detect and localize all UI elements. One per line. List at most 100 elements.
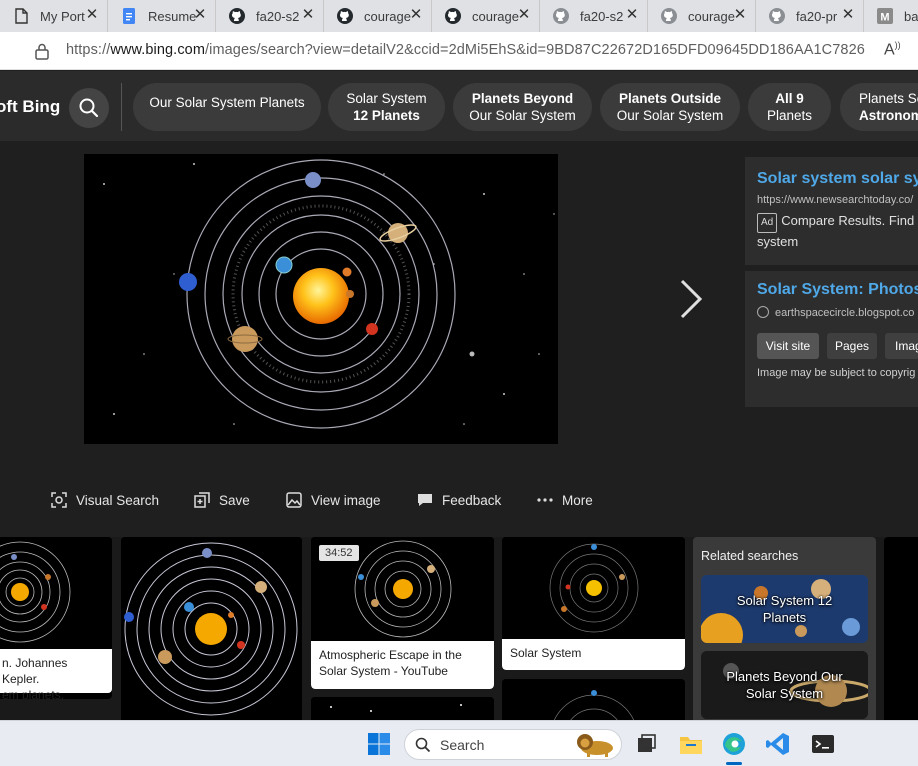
image-icon	[286, 492, 302, 508]
related-chip[interactable]: Planets Outside Our Solar System	[600, 83, 740, 131]
visit-site-button[interactable]: Visit site	[757, 333, 819, 359]
ad-result-card[interactable]: Solar system solar sys https://www.newse…	[745, 157, 918, 265]
chip-line1: Planets Outside	[618, 91, 722, 106]
source-title[interactable]: Solar System: Photos a	[757, 281, 918, 299]
source-result-card: Solar System: Photos a earthspacecircle.…	[745, 271, 918, 407]
taskbar-search-placeholder: Search	[440, 737, 485, 753]
task-view-icon[interactable]	[633, 731, 659, 757]
related-chip[interactable]: Planets Sc Astronom	[840, 83, 918, 131]
close-tab-icon[interactable]: ✕	[515, 6, 533, 24]
related-chip[interactable]: Planets Beyond Our Solar System	[453, 83, 592, 131]
chip-line1: Solar System	[346, 91, 427, 106]
related-chip[interactable]: Our Solar System Planets	[133, 83, 321, 131]
close-tab-icon[interactable]: ✕	[191, 6, 209, 24]
github-icon	[337, 8, 353, 24]
url-domain: www.bing.com	[110, 42, 206, 58]
next-image-icon[interactable]	[676, 277, 704, 321]
related-search-label: Planets Beyond Our Solar System	[701, 651, 868, 719]
image-tile[interactable]	[884, 537, 918, 720]
read-aloud-icon[interactable]: A))	[884, 40, 904, 60]
browser-tab[interactable]: Resume ✕	[108, 0, 216, 32]
file-explorer-icon[interactable]	[678, 731, 704, 757]
vscode-icon[interactable]	[765, 731, 791, 757]
image-tile[interactable]: Solar System	[502, 537, 685, 670]
related-images-grid: n. Johannes Kepler.em planets, Solar... …	[0, 537, 918, 720]
chip-line2: Our Solar System	[616, 108, 724, 123]
svg-text:M: M	[880, 12, 889, 24]
view-image-label: View image	[311, 492, 381, 508]
solar-thumbnail	[0, 537, 112, 647]
browser-tab[interactable]: fa20-pr ✕	[756, 0, 864, 32]
more-button[interactable]: More	[536, 489, 593, 511]
windows-taskbar: Search	[0, 720, 918, 766]
browser-tab[interactable]: fa20-s2 ✕	[540, 0, 648, 32]
source-domain-row: earthspacecircle.blogspot.co	[757, 306, 914, 319]
tile-caption-line1: n. Johannes Kepler.	[2, 656, 68, 686]
image-tile[interactable]	[502, 679, 685, 720]
taskbar-search-box[interactable]: Search	[404, 729, 622, 760]
github-icon	[445, 8, 461, 24]
image-tile[interactable]	[121, 537, 302, 720]
solar-thumbnail	[121, 537, 302, 720]
pages-button[interactable]: Pages	[827, 333, 877, 359]
browser-tab[interactable]: My Port ✕	[0, 0, 108, 32]
browser-tab[interactable]: courage ✕	[324, 0, 432, 32]
url-path: /images/search?view=detailV2&ccid=2dMi5E…	[205, 42, 866, 58]
main-image[interactable]	[84, 154, 558, 444]
video-duration-badge: 34:52	[319, 545, 359, 561]
close-tab-icon[interactable]: ✕	[839, 6, 857, 24]
chip-line1: Our Solar System Planets	[149, 94, 305, 110]
related-search-line2: Solar System	[745, 686, 824, 701]
related-search-item[interactable]: Planets Beyond Our Solar System	[701, 651, 868, 719]
bing-header: oft Bing Our Solar System Planets Solar …	[0, 71, 918, 141]
video-tile[interactable]: 34:52 Atmospheric Escape in the Solar Sys…	[311, 537, 494, 689]
ad-title[interactable]: Solar system solar sys	[757, 170, 918, 188]
image-tile[interactable]	[311, 697, 494, 720]
source-domain: earthspacecircle.blogspot.co	[775, 307, 915, 319]
close-tab-icon[interactable]: ✕	[83, 6, 101, 24]
feedback-button[interactable]: Feedback	[416, 489, 501, 511]
close-tab-icon[interactable]: ✕	[731, 6, 749, 24]
close-tab-icon[interactable]: ✕	[299, 6, 317, 24]
browser-tab[interactable]: M back	[864, 0, 918, 32]
active-app-indicator	[726, 762, 742, 765]
related-search-line1: Planets Beyond Our	[726, 669, 843, 684]
chip-line2: Planets	[766, 108, 813, 123]
search-icon	[415, 737, 431, 753]
related-searches-panel: Related searches Solar System 12 Planets …	[693, 537, 876, 720]
solar-thumbnail	[311, 697, 494, 720]
related-chip[interactable]: All 9 Planets	[748, 83, 831, 131]
terminal-icon[interactable]	[810, 731, 836, 757]
related-search-item[interactable]: Solar System 12 Planets	[701, 575, 868, 643]
save-button[interactable]: Save	[193, 489, 250, 511]
edge-browser-icon[interactable]	[721, 731, 747, 757]
ad-badge: Ad	[757, 213, 778, 233]
visual-search-button[interactable]: Visual Search	[50, 489, 159, 511]
images-button[interactable]: Imag	[885, 333, 918, 359]
image-tile[interactable]: n. Johannes Kepler. em planets, Solar...	[0, 537, 112, 699]
visual-search-icon	[51, 492, 67, 508]
related-search-label: Solar System 12 Planets	[701, 575, 868, 643]
search-button[interactable]	[69, 88, 109, 128]
m-icon: M	[877, 8, 893, 24]
view-image-button[interactable]: View image	[285, 489, 381, 511]
tile-caption: Solar System	[502, 639, 685, 670]
lock-icon[interactable]	[34, 42, 50, 60]
bing-brand[interactable]: oft Bing	[0, 97, 60, 117]
browser-tab[interactable]: courage ✕	[648, 0, 756, 32]
url-text[interactable]: https://www.bing.com/images/search?view=…	[66, 42, 866, 58]
browser-tab[interactable]: fa20-s2 ✕	[216, 0, 324, 32]
chip-line1: Planets Sc	[859, 91, 918, 106]
related-chip[interactable]: Solar System 12 Planets	[328, 83, 445, 131]
chip-line2: Our Solar System	[469, 108, 576, 123]
browser-tab[interactable]: courage ✕	[432, 0, 540, 32]
tile-caption-line2: Solar System - YouTube	[319, 664, 448, 678]
close-tab-icon[interactable]: ✕	[623, 6, 641, 24]
solar-thumbnail	[502, 679, 685, 720]
chip-line1: All 9	[775, 91, 804, 106]
image-actions-bar: Visual Search Save View image Feedback M…	[0, 489, 918, 513]
windows-start-icon[interactable]	[366, 731, 392, 757]
address-bar[interactable]: https://www.bing.com/images/search?view=…	[0, 32, 918, 70]
close-tab-icon[interactable]: ✕	[407, 6, 425, 24]
github-icon	[769, 8, 785, 24]
